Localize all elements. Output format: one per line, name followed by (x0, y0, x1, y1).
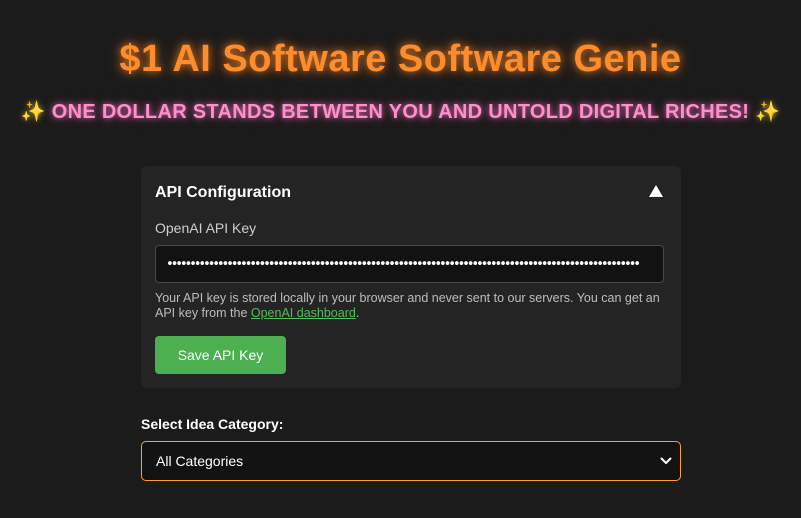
api-configuration-title: API Configuration (155, 184, 291, 201)
api-key-input[interactable] (155, 245, 664, 283)
sparkles-icon: ✨ (755, 101, 781, 123)
chevron-down-icon (660, 456, 672, 466)
category-select-label: Select Idea Category: (141, 416, 284, 432)
subtitle-text: ONE DOLLAR STANDS BETWEEN YOU AND UNTOLD… (51, 101, 750, 123)
category-select[interactable]: All Categories (141, 441, 681, 481)
api-key-help-text: Your API key is stored locally in your b… (155, 291, 665, 321)
page-title: $1 AI Software Software Genie (119, 38, 682, 80)
collapse-up-icon[interactable] (648, 182, 664, 200)
openai-dashboard-link[interactable]: OpenAI dashboard (251, 306, 356, 320)
sparkles-icon: ✨ (20, 101, 46, 123)
category-select-value: All Categories (156, 453, 244, 469)
page: $1 AI Software Software Genie ✨ ONE DOLL… (0, 0, 801, 518)
help-text-after: . (355, 306, 360, 320)
help-text-before: Your API key is stored locally in your b… (155, 291, 660, 320)
page-subtitle: ✨ ONE DOLLAR STANDS BETWEEN YOU AND UNTO… (0, 99, 801, 124)
api-key-label: OpenAI API Key (155, 220, 257, 236)
save-api-key-button[interactable]: Save API Key (155, 336, 286, 374)
api-configuration-panel: API Configuration OpenAI API Key Your AP… (141, 166, 681, 388)
